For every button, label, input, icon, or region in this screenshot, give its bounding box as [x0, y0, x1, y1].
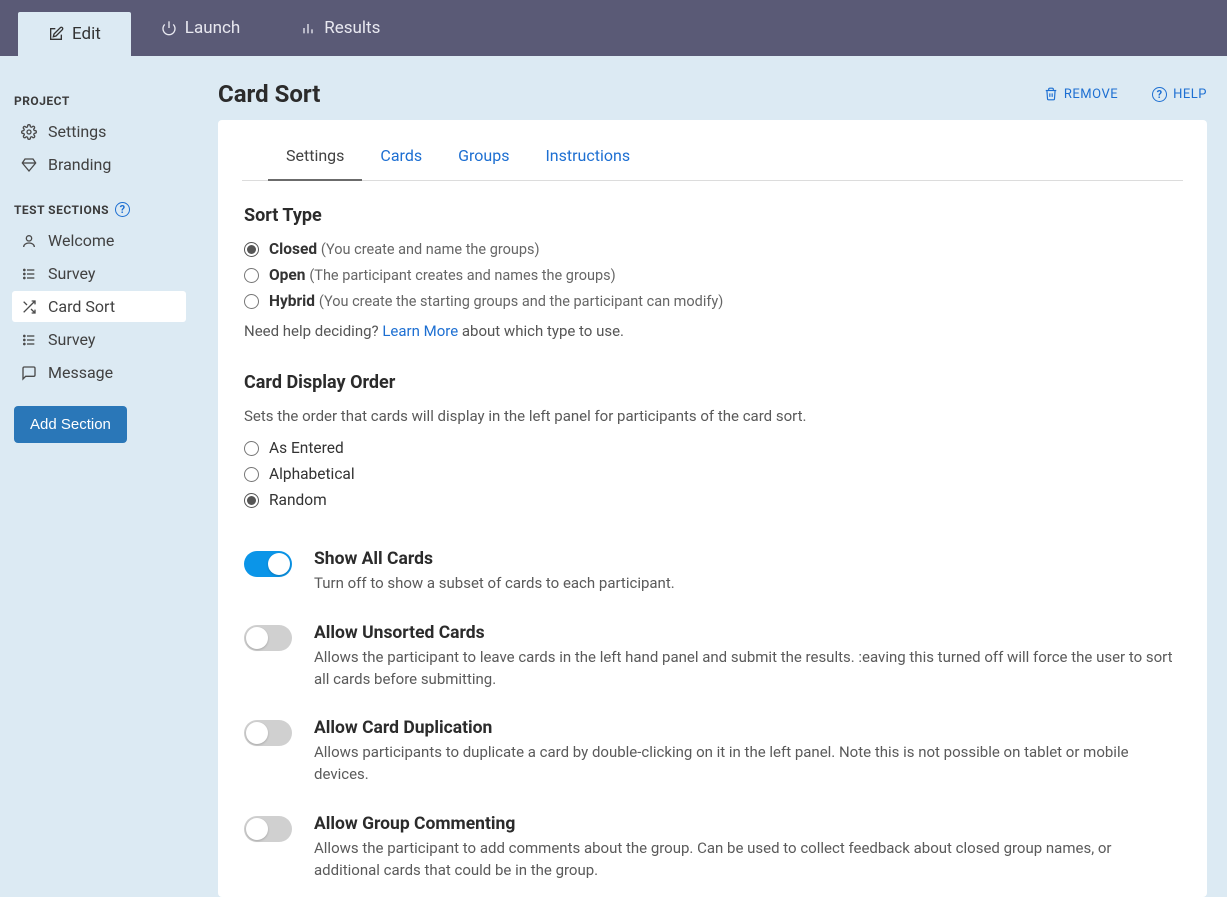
sidebar-item-label: Settings — [48, 122, 106, 141]
sort-type-title: Sort Type — [244, 205, 1181, 226]
toggle-title: Allow Unsorted Cards — [314, 623, 1181, 643]
radio-random-input[interactable] — [244, 493, 259, 508]
inner-tab-instructions[interactable]: Instructions — [527, 138, 648, 180]
settings-card: Settings Cards Groups Instructions Sort … — [218, 120, 1207, 897]
section-display-order: Card Display Order Sets the order that c… — [218, 348, 1207, 525]
radio-open[interactable]: Open (The participant creates and names … — [244, 266, 1181, 284]
sidebar-item-survey-1[interactable]: Survey — [12, 258, 186, 289]
tab-results-label: Results — [324, 18, 380, 38]
sidebar-item-welcome[interactable]: Welcome — [12, 225, 186, 256]
toggle-allow-group-commenting-switch[interactable] — [244, 816, 292, 842]
learn-more-link[interactable]: Learn More — [382, 322, 458, 340]
toggle-show-all-cards-switch[interactable] — [244, 551, 292, 577]
power-icon — [161, 20, 177, 36]
bar-chart-icon — [300, 20, 316, 36]
shuffle-icon — [20, 298, 38, 316]
sidebar-item-label: Survey — [48, 330, 95, 349]
sidebar-item-survey-2[interactable]: Survey — [12, 324, 186, 355]
message-icon — [20, 364, 38, 382]
sort-type-help: Need help deciding? Learn More about whi… — [244, 322, 1181, 340]
sidebar-item-label: Survey — [48, 264, 95, 283]
radio-closed[interactable]: Closed (You create and name the groups) — [244, 240, 1181, 258]
toggle-title: Show All Cards — [314, 549, 1181, 569]
diamond-icon — [20, 156, 38, 174]
radio-hybrid-input[interactable] — [244, 294, 259, 309]
toggle-show-all-cards: Show All Cards Turn off to show a subset… — [244, 529, 1181, 603]
page-header: Card Sort REMOVE ? HELP — [218, 80, 1207, 108]
help-button[interactable]: ? HELP — [1152, 87, 1207, 102]
toggle-desc: Allows the participant to add comments a… — [314, 838, 1181, 882]
radio-alphabetical-input[interactable] — [244, 467, 259, 482]
sidebar-header-project: PROJECT — [14, 94, 186, 108]
sidebar-header-sections: TEST SECTIONS ? — [14, 202, 186, 217]
toggle-desc: Allows participants to duplicate a card … — [314, 742, 1181, 786]
tab-edit-label: Edit — [72, 24, 101, 44]
gear-icon — [20, 123, 38, 141]
radio-open-input[interactable] — [244, 268, 259, 283]
help-label: HELP — [1173, 87, 1207, 102]
radio-closed-input[interactable] — [244, 242, 259, 257]
list-icon — [20, 265, 38, 283]
display-order-title: Card Display Order — [244, 372, 1181, 393]
section-sort-type: Sort Type Closed (You create and name th… — [218, 181, 1207, 348]
main: Card Sort REMOVE ? HELP Settings Cards G… — [198, 56, 1227, 897]
sidebar: PROJECT Settings Branding TEST SECTIONS … — [0, 56, 198, 897]
page-title: Card Sort — [218, 80, 320, 108]
toggle-allow-duplication-switch[interactable] — [244, 720, 292, 746]
topbar: Edit Launch Results — [0, 0, 1227, 56]
radio-hybrid[interactable]: Hybrid (You create the starting groups a… — [244, 292, 1181, 310]
sidebar-item-branding[interactable]: Branding — [12, 149, 186, 180]
inner-tab-groups[interactable]: Groups — [440, 138, 527, 180]
remove-button[interactable]: REMOVE — [1044, 87, 1118, 102]
list-icon — [20, 331, 38, 349]
tab-edit[interactable]: Edit — [18, 12, 131, 56]
radio-random[interactable]: Random — [244, 491, 1181, 509]
help-icon: ? — [1152, 87, 1167, 102]
radio-as-entered-input[interactable] — [244, 441, 259, 456]
radio-alphabetical[interactable]: Alphabetical — [244, 465, 1181, 483]
toggle-desc: Turn off to show a subset of cards to ea… — [314, 573, 1181, 595]
sidebar-item-label: Message — [48, 363, 113, 382]
section-toggles: Show All Cards Turn off to show a subset… — [218, 525, 1207, 897]
sidebar-item-label: Card Sort — [48, 297, 115, 316]
tab-results[interactable]: Results — [270, 0, 410, 56]
sidebar-item-card-sort[interactable]: Card Sort — [12, 291, 186, 322]
toggle-desc: Allows the participant to leave cards in… — [314, 647, 1181, 691]
tab-launch[interactable]: Launch — [131, 0, 270, 56]
toggle-allow-unsorted-switch[interactable] — [244, 625, 292, 651]
sidebar-item-settings[interactable]: Settings — [12, 116, 186, 147]
tab-launch-label: Launch — [185, 18, 240, 38]
toggle-title: Allow Group Commenting — [314, 814, 1181, 834]
add-section-button[interactable]: Add Section — [14, 406, 127, 443]
sidebar-item-message[interactable]: Message — [12, 357, 186, 388]
toggle-allow-unsorted: Allow Unsorted Cards Allows the particip… — [244, 603, 1181, 699]
sidebar-item-label: Welcome — [48, 231, 114, 250]
display-order-desc: Sets the order that cards will display i… — [244, 407, 1181, 425]
help-icon[interactable]: ? — [115, 202, 130, 217]
inner-tab-cards[interactable]: Cards — [362, 138, 440, 180]
trash-icon — [1044, 87, 1058, 101]
toggle-allow-duplication: Allow Card Duplication Allows participan… — [244, 698, 1181, 794]
user-icon — [20, 232, 38, 250]
toggle-title: Allow Card Duplication — [314, 718, 1181, 738]
header-actions: REMOVE ? HELP — [1044, 87, 1207, 102]
inner-tab-settings[interactable]: Settings — [268, 138, 362, 181]
remove-label: REMOVE — [1064, 87, 1118, 102]
sidebar-item-label: Branding — [48, 155, 111, 174]
edit-icon — [48, 26, 64, 42]
toggle-allow-group-commenting: Allow Group Commenting Allows the partic… — [244, 794, 1181, 890]
inner-tabs: Settings Cards Groups Instructions — [242, 120, 1183, 181]
radio-as-entered[interactable]: As Entered — [244, 439, 1181, 457]
